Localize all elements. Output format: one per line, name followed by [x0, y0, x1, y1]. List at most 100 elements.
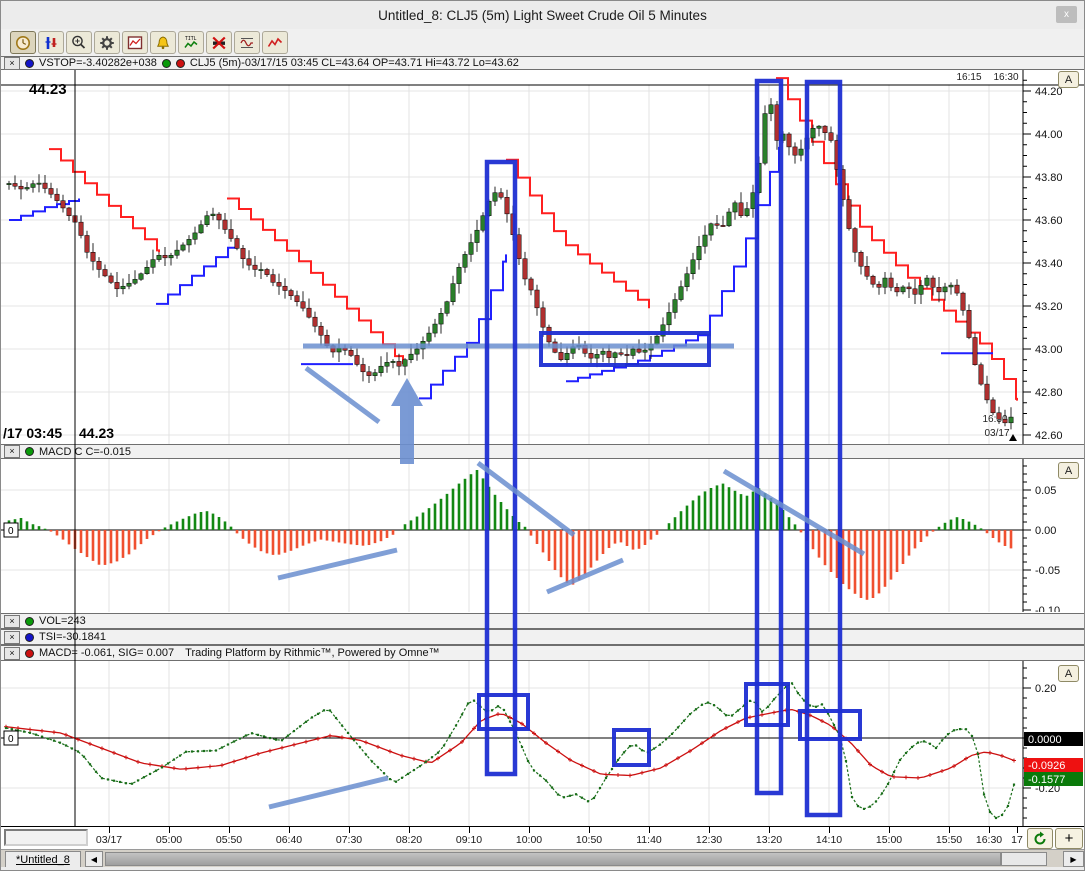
- tsi-axis-auto-button[interactable]: A: [1058, 665, 1079, 682]
- time-axis: + 03/17 05:00 05:50 06:40 07:30 08:20 09:10 10:…: [1, 826, 1084, 849]
- macd-hist-value: MACD C C=-0.015: [39, 445, 132, 458]
- tab-untitled-8[interactable]: *Untitled_8: [5, 851, 81, 868]
- svg-text:0.0000: 0.0000: [1028, 734, 1062, 746]
- scroll-right-icon[interactable]: ▶: [1063, 851, 1084, 867]
- line-chart-button[interactable]: [262, 31, 288, 54]
- tab-scrollbar-track[interactable]: [105, 852, 1001, 866]
- svg-text:0: 0: [8, 734, 14, 745]
- window-title: Untitled_8: CLJ5 (5m) Light Sweet Crude …: [378, 7, 707, 23]
- time-label: 06:40: [275, 834, 303, 846]
- title-chart-button[interactable]: TITL: [178, 31, 204, 54]
- refresh-icon: [1034, 831, 1046, 844]
- remove-study-icon[interactable]: ×: [4, 56, 20, 70]
- status-bar-vstop: × VSTOP=-3.40282e+038 CLJ5 (5m)-03/17/15…: [1, 56, 1084, 70]
- svg-text:/17 03:45: /17 03:45: [3, 425, 62, 441]
- vstop-dot-icon: [25, 58, 34, 68]
- svg-text:43.20: 43.20: [1035, 301, 1063, 313]
- time-label: 12:30: [695, 834, 723, 846]
- macd-hist-header: × MACD C C=-0.015: [1, 444, 1084, 459]
- macd2-dot-icon: [25, 648, 34, 658]
- macd-histogram-panel[interactable]: 0.05 0.00 -0.05 -0.10 0: [1, 459, 1085, 612]
- tab-scrollbar-thumb[interactable]: [1001, 852, 1047, 866]
- alert-bell-button[interactable]: [150, 31, 176, 54]
- title-chart-icon: TITL: [184, 36, 198, 48]
- remove-study-icon[interactable]: ×: [4, 614, 20, 628]
- macd-axis-auto-button[interactable]: A: [1058, 462, 1079, 479]
- time-label: 11:40: [636, 834, 662, 846]
- alert-bell-icon: [157, 35, 169, 49]
- time-tick: [989, 827, 990, 833]
- price-axis-auto-button[interactable]: A: [1058, 71, 1079, 88]
- time-axis-box: [4, 829, 88, 846]
- time-label: 15:50: [935, 834, 963, 846]
- svg-text:42.80: 42.80: [1035, 387, 1063, 399]
- close-icon[interactable]: x: [1056, 6, 1077, 23]
- bottom-strip: [1, 867, 1084, 870]
- time-tick: [949, 827, 950, 833]
- svg-text:44.20: 44.20: [1035, 86, 1063, 98]
- gear-icon: [100, 35, 114, 50]
- time-tick: [229, 827, 230, 833]
- tsi-header: × TSI=-30.1841: [1, 629, 1084, 645]
- time-tick: [109, 827, 110, 833]
- zoom-in-button[interactable]: +: [1055, 828, 1083, 849]
- time-tick: [349, 827, 350, 833]
- svg-text:16:30: 16:30: [993, 72, 1018, 83]
- time-label: 14:10: [815, 834, 843, 846]
- time-label: 08:20: [395, 834, 423, 846]
- svg-text:42.60: 42.60: [1035, 430, 1063, 442]
- time-tick: [829, 827, 830, 833]
- time-tick: [169, 827, 170, 833]
- scroll-left-icon[interactable]: ◀: [85, 851, 103, 867]
- chart-window-button[interactable]: [122, 31, 148, 54]
- oscillator-button[interactable]: [234, 31, 260, 54]
- time-label: 03/17: [95, 834, 123, 846]
- time-tick: [409, 827, 410, 833]
- svg-text:43.40: 43.40: [1035, 258, 1063, 270]
- macd-dot-icon: [25, 447, 34, 456]
- remove-study-icon[interactable]: ×: [4, 646, 20, 660]
- delete-study-icon: [212, 36, 226, 49]
- time-label: 07:30: [335, 834, 363, 846]
- svg-text:03/17: 03/17: [984, 428, 1009, 439]
- gear-button[interactable]: [94, 31, 120, 54]
- time-tick: [709, 827, 710, 833]
- refresh-button[interactable]: [1027, 828, 1053, 849]
- bar-settings-button[interactable]: [38, 31, 64, 54]
- svg-text:44.23: 44.23: [79, 425, 114, 441]
- platform-credit: Trading Platform by Rithmic™, Powered by…: [185, 647, 440, 659]
- svg-text:0.00: 0.00: [1035, 525, 1056, 537]
- time-tick: [589, 827, 590, 833]
- oscillator-icon: [240, 37, 253, 48]
- svg-text:-0.1577: -0.1577: [1028, 774, 1065, 786]
- down-dot-icon: [175, 58, 185, 68]
- svg-text:0.05: 0.05: [1035, 485, 1056, 497]
- svg-text:-0.10: -0.10: [1035, 605, 1060, 612]
- svg-text:43.60: 43.60: [1035, 215, 1063, 227]
- remove-study-icon[interactable]: ×: [4, 630, 20, 644]
- time-label: 10:50: [575, 834, 603, 846]
- time-label: 10:00: [515, 834, 543, 846]
- macd-lines-value: MACD= -0.061, SIG= 0.007: [39, 647, 175, 659]
- time-label: 05:50: [215, 834, 243, 846]
- vol-value: VOL=243: [39, 615, 86, 627]
- bar-settings-icon: [45, 36, 57, 49]
- time-label: 17: [1011, 834, 1023, 846]
- delete-study-button[interactable]: [206, 31, 232, 54]
- clock-button[interactable]: [10, 31, 36, 54]
- svg-text:0: 0: [8, 526, 14, 537]
- svg-text:0.20: 0.20: [1035, 683, 1056, 695]
- svg-text:-0.0926: -0.0926: [1028, 760, 1065, 772]
- svg-text:-0.05: -0.05: [1035, 565, 1060, 577]
- tab-label: *Untitled_8: [16, 854, 70, 866]
- svg-text:43.00: 43.00: [1035, 344, 1063, 356]
- time-label: 05:00: [155, 834, 183, 846]
- zoom-button[interactable]: [66, 31, 92, 54]
- price-chart-panel[interactable]: 44.20 44.00 43.80 43.60 43.40 43.20 43.00 42.80…: [1, 70, 1085, 444]
- remove-study-icon[interactable]: ×: [4, 445, 20, 458]
- tsi-dot-icon: [25, 632, 34, 642]
- vstop-value: VSTOP=-3.40282e+038: [39, 57, 157, 69]
- macd-lines-panel[interactable]: 0.20-0.200.0000-0.0926-0.15770: [1, 661, 1085, 826]
- toolbar: TITL: [1, 29, 1084, 56]
- zoom-icon: [72, 35, 86, 49]
